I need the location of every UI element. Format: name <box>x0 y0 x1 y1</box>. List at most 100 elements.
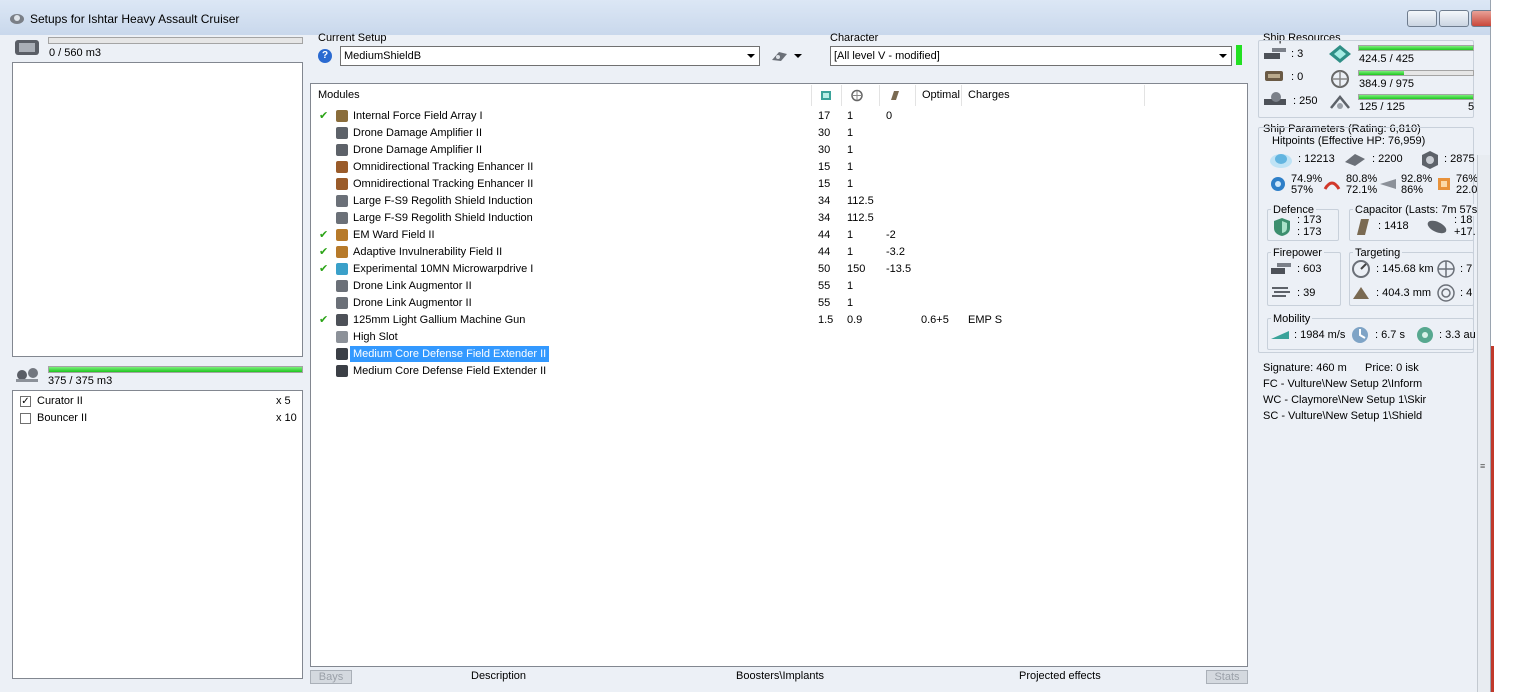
module-row[interactable]: ✔ Experimental 10MN Microwarpdrive I 50 150… <box>313 261 1243 278</box>
shield-hp: : 12213 <box>1298 153 1335 165</box>
current-setup-label: Current Setup <box>318 32 387 44</box>
cargo-list[interactable] <box>12 62 303 357</box>
module-row[interactable]: Drone Link Augmentor II 55 1 <box>313 295 1243 312</box>
module-row[interactable]: Large F-S9 Regolith Shield Induction 34 11… <box>313 193 1243 210</box>
ward-module-icon <box>336 229 348 241</box>
link-module-icon <box>336 297 348 309</box>
module-name: Medium Core Defense Field Extender II <box>353 365 547 377</box>
module-name: Adaptive Invulnerability Field II <box>353 246 503 258</box>
module-row[interactable]: ✔ Internal Force Field Array I 17 1 0 <box>313 108 1243 125</box>
defence-value-1: : 173 <box>1297 214 1322 226</box>
slot-module-icon <box>336 331 348 343</box>
firepower-label: Firepower <box>1271 247 1324 259</box>
module-cpu: 44 <box>818 229 831 241</box>
sensor-strength-icon <box>1353 287 1369 299</box>
drone-name: Bouncer II <box>37 412 88 424</box>
app-icon <box>10 14 24 24</box>
module-active-check-icon: ✔ <box>319 229 329 241</box>
em-resist-icon <box>1271 177 1285 191</box>
module-name: Internal Force Field Array I <box>353 110 483 122</box>
tab-boosters-implants[interactable]: Boosters\Implants <box>736 670 824 682</box>
drone-module-icon <box>336 127 348 139</box>
module-row[interactable]: ✔ EM Ward Field II 44 1 -2 <box>313 227 1243 244</box>
ward-module-icon <box>336 246 348 258</box>
column-header-optimal[interactable]: Optimal <box>916 85 962 106</box>
module-row[interactable]: Medium Core Defense Field Extender II <box>313 363 1243 380</box>
module-row[interactable]: Drone Damage Amplifier II 30 1 <box>313 125 1243 142</box>
fleet-commander: FC - Vulture\New Setup 2\Inform <box>1263 378 1423 390</box>
wing-commander: WC - Claymore\New Setup 1\Skir <box>1263 394 1427 406</box>
module-powergrid: 1 <box>847 280 854 292</box>
cap-recharge-icon <box>1427 220 1447 234</box>
module-name: Omnidirectional Tracking Enhancer II <box>353 161 534 173</box>
tab-bays[interactable]: Bays <box>310 670 352 684</box>
drone-checkbox[interactable]: ✓ <box>20 396 31 407</box>
turret-slots: : 3 <box>1291 48 1304 60</box>
velocity-icon <box>1271 331 1289 339</box>
module-name: Experimental 10MN Microwarpdrive I <box>353 263 534 275</box>
chevron-down-icon <box>794 54 802 58</box>
module-row[interactable]: Omnidirectional Tracking Enhancer II 15 1 <box>313 159 1243 176</box>
module-cpu: 30 <box>818 127 831 139</box>
armor-hp-icon <box>1345 154 1365 166</box>
module-row[interactable]: ✔ Adaptive Invulnerability Field II 44 1 -3.… <box>313 244 1243 261</box>
bottom-tabs: Bays Description Boosters\Implants Proje… <box>310 670 1248 684</box>
turret-icon <box>1264 48 1286 59</box>
drone-item[interactable]: ✓ Curator II x 5 <box>20 395 298 410</box>
module-row[interactable]: Omnidirectional Tracking Enhancer II 15 1 <box>313 176 1243 193</box>
setup-options-button[interactable] <box>770 48 808 64</box>
tab-stats[interactable]: Stats <box>1206 670 1248 684</box>
drone-name: Curator II <box>37 395 83 407</box>
gun-module-icon <box>336 314 348 326</box>
drone-qty: x 5 <box>276 395 291 407</box>
column-header-modules[interactable]: Modules <box>312 85 812 106</box>
cpu-bar <box>1358 45 1474 51</box>
drone-item[interactable]: Bouncer II x 10 <box>20 412 298 427</box>
module-name: Large F-S9 Regolith Shield Induction <box>353 195 533 207</box>
module-powergrid: 150 <box>847 263 866 275</box>
targeting-max-targets: : 7 <box>1460 263 1473 275</box>
drone-checkbox[interactable] <box>20 413 31 424</box>
column-header-charges[interactable]: Charges <box>962 85 1145 106</box>
drone-bay-capacity: 375 / 375 m3 <box>48 375 113 387</box>
minimize-button[interactable] <box>1407 10 1437 27</box>
module-name: Drone Link Augmentor II <box>353 297 472 309</box>
module-active-check-icon: ✔ <box>319 246 329 258</box>
launcher-icon <box>1265 71 1283 81</box>
setup-select[interactable]: MediumShieldB <box>340 46 760 66</box>
sensor-strength: : 404.3 mm <box>1376 287 1432 299</box>
module-row[interactable]: Drone Damage Amplifier II 30 1 <box>313 142 1243 159</box>
help-icon[interactable]: ? <box>318 49 332 63</box>
drone-icon <box>772 52 787 61</box>
module-name: Drone Link Augmentor II <box>353 280 472 292</box>
module-name: Drone Damage Amplifier II <box>353 127 482 139</box>
kinetic-resist-icon <box>1380 179 1396 189</box>
module-cpu: 15 <box>818 178 831 190</box>
resist-2: 57% <box>1291 184 1314 196</box>
module-cpu: 17 <box>818 110 831 122</box>
powergrid-icon <box>851 89 863 102</box>
shield-hp-icon <box>1270 154 1292 168</box>
cargo-capacity: 0 / 560 m3 <box>49 47 101 59</box>
column-header-powergrid[interactable] <box>842 85 880 106</box>
module-row[interactable]: Large F-S9 Regolith Shield Induction 34 11… <box>313 210 1243 227</box>
character-select[interactable]: [All level V - modified] <box>830 46 1232 66</box>
right-scrollbar[interactable]: ≡ <box>1477 155 1490 692</box>
signature-icon <box>1437 284 1455 302</box>
tab-projected-effects[interactable]: Projected effects <box>1019 670 1101 682</box>
capacitor-icon <box>1357 219 1369 235</box>
module-row[interactable]: ✔ 125mm Light Gallium Machine Gun 1.5 0.9 0.… <box>313 312 1243 329</box>
ext-module-icon <box>336 365 348 377</box>
thermal-resist-icon <box>1323 181 1341 190</box>
module-name: Drone Damage Amplifier II <box>353 144 482 156</box>
module-capacitor: 0 <box>886 110 893 122</box>
maximize-button[interactable] <box>1439 10 1469 27</box>
module-row[interactable]: Drone Link Augmentor II 55 1 <box>313 278 1243 295</box>
resist-8: 22.0 <box>1456 184 1478 196</box>
column-header-cpu[interactable] <box>812 85 842 106</box>
tab-description[interactable]: Description <box>471 670 526 682</box>
module-row[interactable]: Medium Core Defense Field Extender II <box>313 346 1243 363</box>
module-row[interactable]: High Slot <box>313 329 1243 346</box>
module-active-check-icon: ✔ <box>319 263 329 275</box>
column-header-capacitor[interactable] <box>880 85 916 106</box>
